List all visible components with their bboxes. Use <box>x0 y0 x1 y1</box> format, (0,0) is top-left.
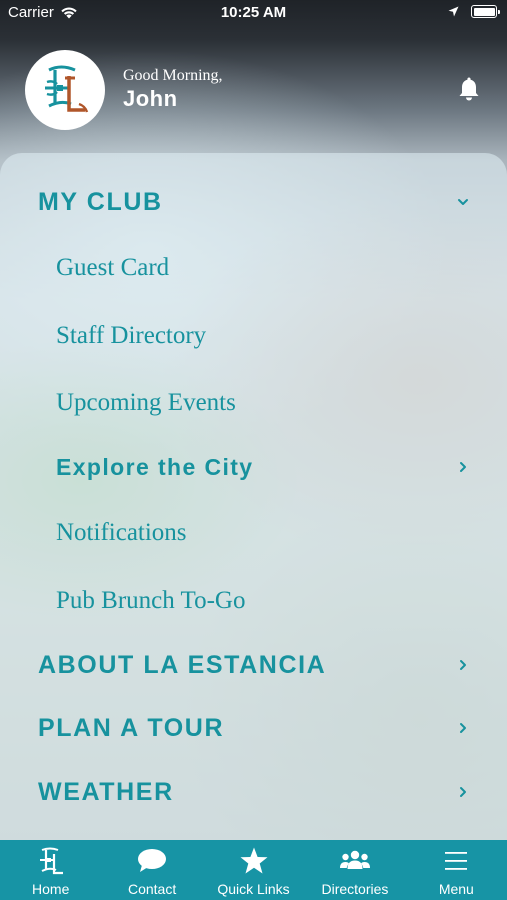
chevron-right-icon <box>460 723 466 733</box>
chevron-right-icon <box>460 787 466 797</box>
location-arrow-icon <box>448 6 459 17</box>
tab-label: Quick Links <box>217 881 290 897</box>
status-bar: Carrier 10:25 AM <box>0 0 507 28</box>
menu-item-label: Pub Brunch To-Go <box>56 587 246 614</box>
menu-item-explore-city[interactable]: Explore the City <box>0 442 507 492</box>
menu-item-label: Guest Card <box>56 254 170 281</box>
clock: 10:25 AM <box>220 4 287 21</box>
user-name: John <box>123 86 178 111</box>
tab-label: Contact <box>127 881 177 897</box>
users-group-icon <box>339 850 370 869</box>
header: Good Morning, John <box>0 48 507 132</box>
menu-panel: MY CLUB Guest Card Staff Directory Upcom… <box>0 153 507 843</box>
menu-item-guest-card[interactable]: Guest Card <box>0 243 507 293</box>
chevron-down-icon <box>458 199 468 205</box>
menu-item-pub-brunch[interactable]: Pub Brunch To-Go <box>0 576 507 626</box>
tab-label: Directories <box>321 881 389 897</box>
hamburger-menu-icon <box>445 852 468 870</box>
greeting-text: Good Morning, <box>123 67 223 84</box>
menu-item-upcoming-events[interactable]: Upcoming Events <box>0 378 507 428</box>
menu-item-label: Explore the City <box>56 453 254 480</box>
menu-item-label: WEATHER <box>38 777 174 806</box>
tab-menu[interactable]: Menu <box>406 840 507 900</box>
chevron-right-icon <box>460 462 466 472</box>
home-logo-icon <box>39 847 63 875</box>
menu-item-label: PLAN A TOUR <box>38 713 225 742</box>
menu-item-label: Notifications <box>56 519 187 546</box>
tab-label: Menu <box>438 881 474 897</box>
chat-bubble-icon <box>138 849 167 872</box>
menu-item-plan-tour[interactable]: PLAN A TOUR <box>0 703 507 753</box>
menu-item-my-club[interactable]: MY CLUB <box>0 177 507 227</box>
menu-item-about[interactable]: ABOUT LA ESTANCIA <box>0 640 507 690</box>
menu-item-staff-directory[interactable]: Staff Directory <box>0 311 507 361</box>
bell-icon[interactable] <box>457 76 481 102</box>
tab-home[interactable]: Home <box>0 840 101 900</box>
tab-contact[interactable]: Contact <box>101 840 202 900</box>
menu-item-label: Staff Directory <box>56 322 207 349</box>
club-logo-avatar[interactable] <box>25 50 105 130</box>
tab-quick-links[interactable]: Quick Links <box>203 840 304 900</box>
tab-bar: Home Contact Quick Links Directories Men… <box>0 840 507 900</box>
menu-item-weather[interactable]: WEATHER <box>0 767 507 817</box>
club-logo-icon <box>45 65 89 113</box>
menu-item-label: MY CLUB <box>38 187 163 216</box>
chevron-right-icon <box>460 660 466 670</box>
tab-directories[interactable]: Directories <box>304 840 405 900</box>
battery-icon <box>471 5 500 18</box>
menu-item-label: ABOUT LA ESTANCIA <box>38 650 327 679</box>
menu-item-label: Upcoming Events <box>56 389 236 416</box>
tab-label: Home <box>32 881 70 897</box>
star-icon <box>240 847 268 874</box>
menu-item-notifications[interactable]: Notifications <box>0 508 507 558</box>
